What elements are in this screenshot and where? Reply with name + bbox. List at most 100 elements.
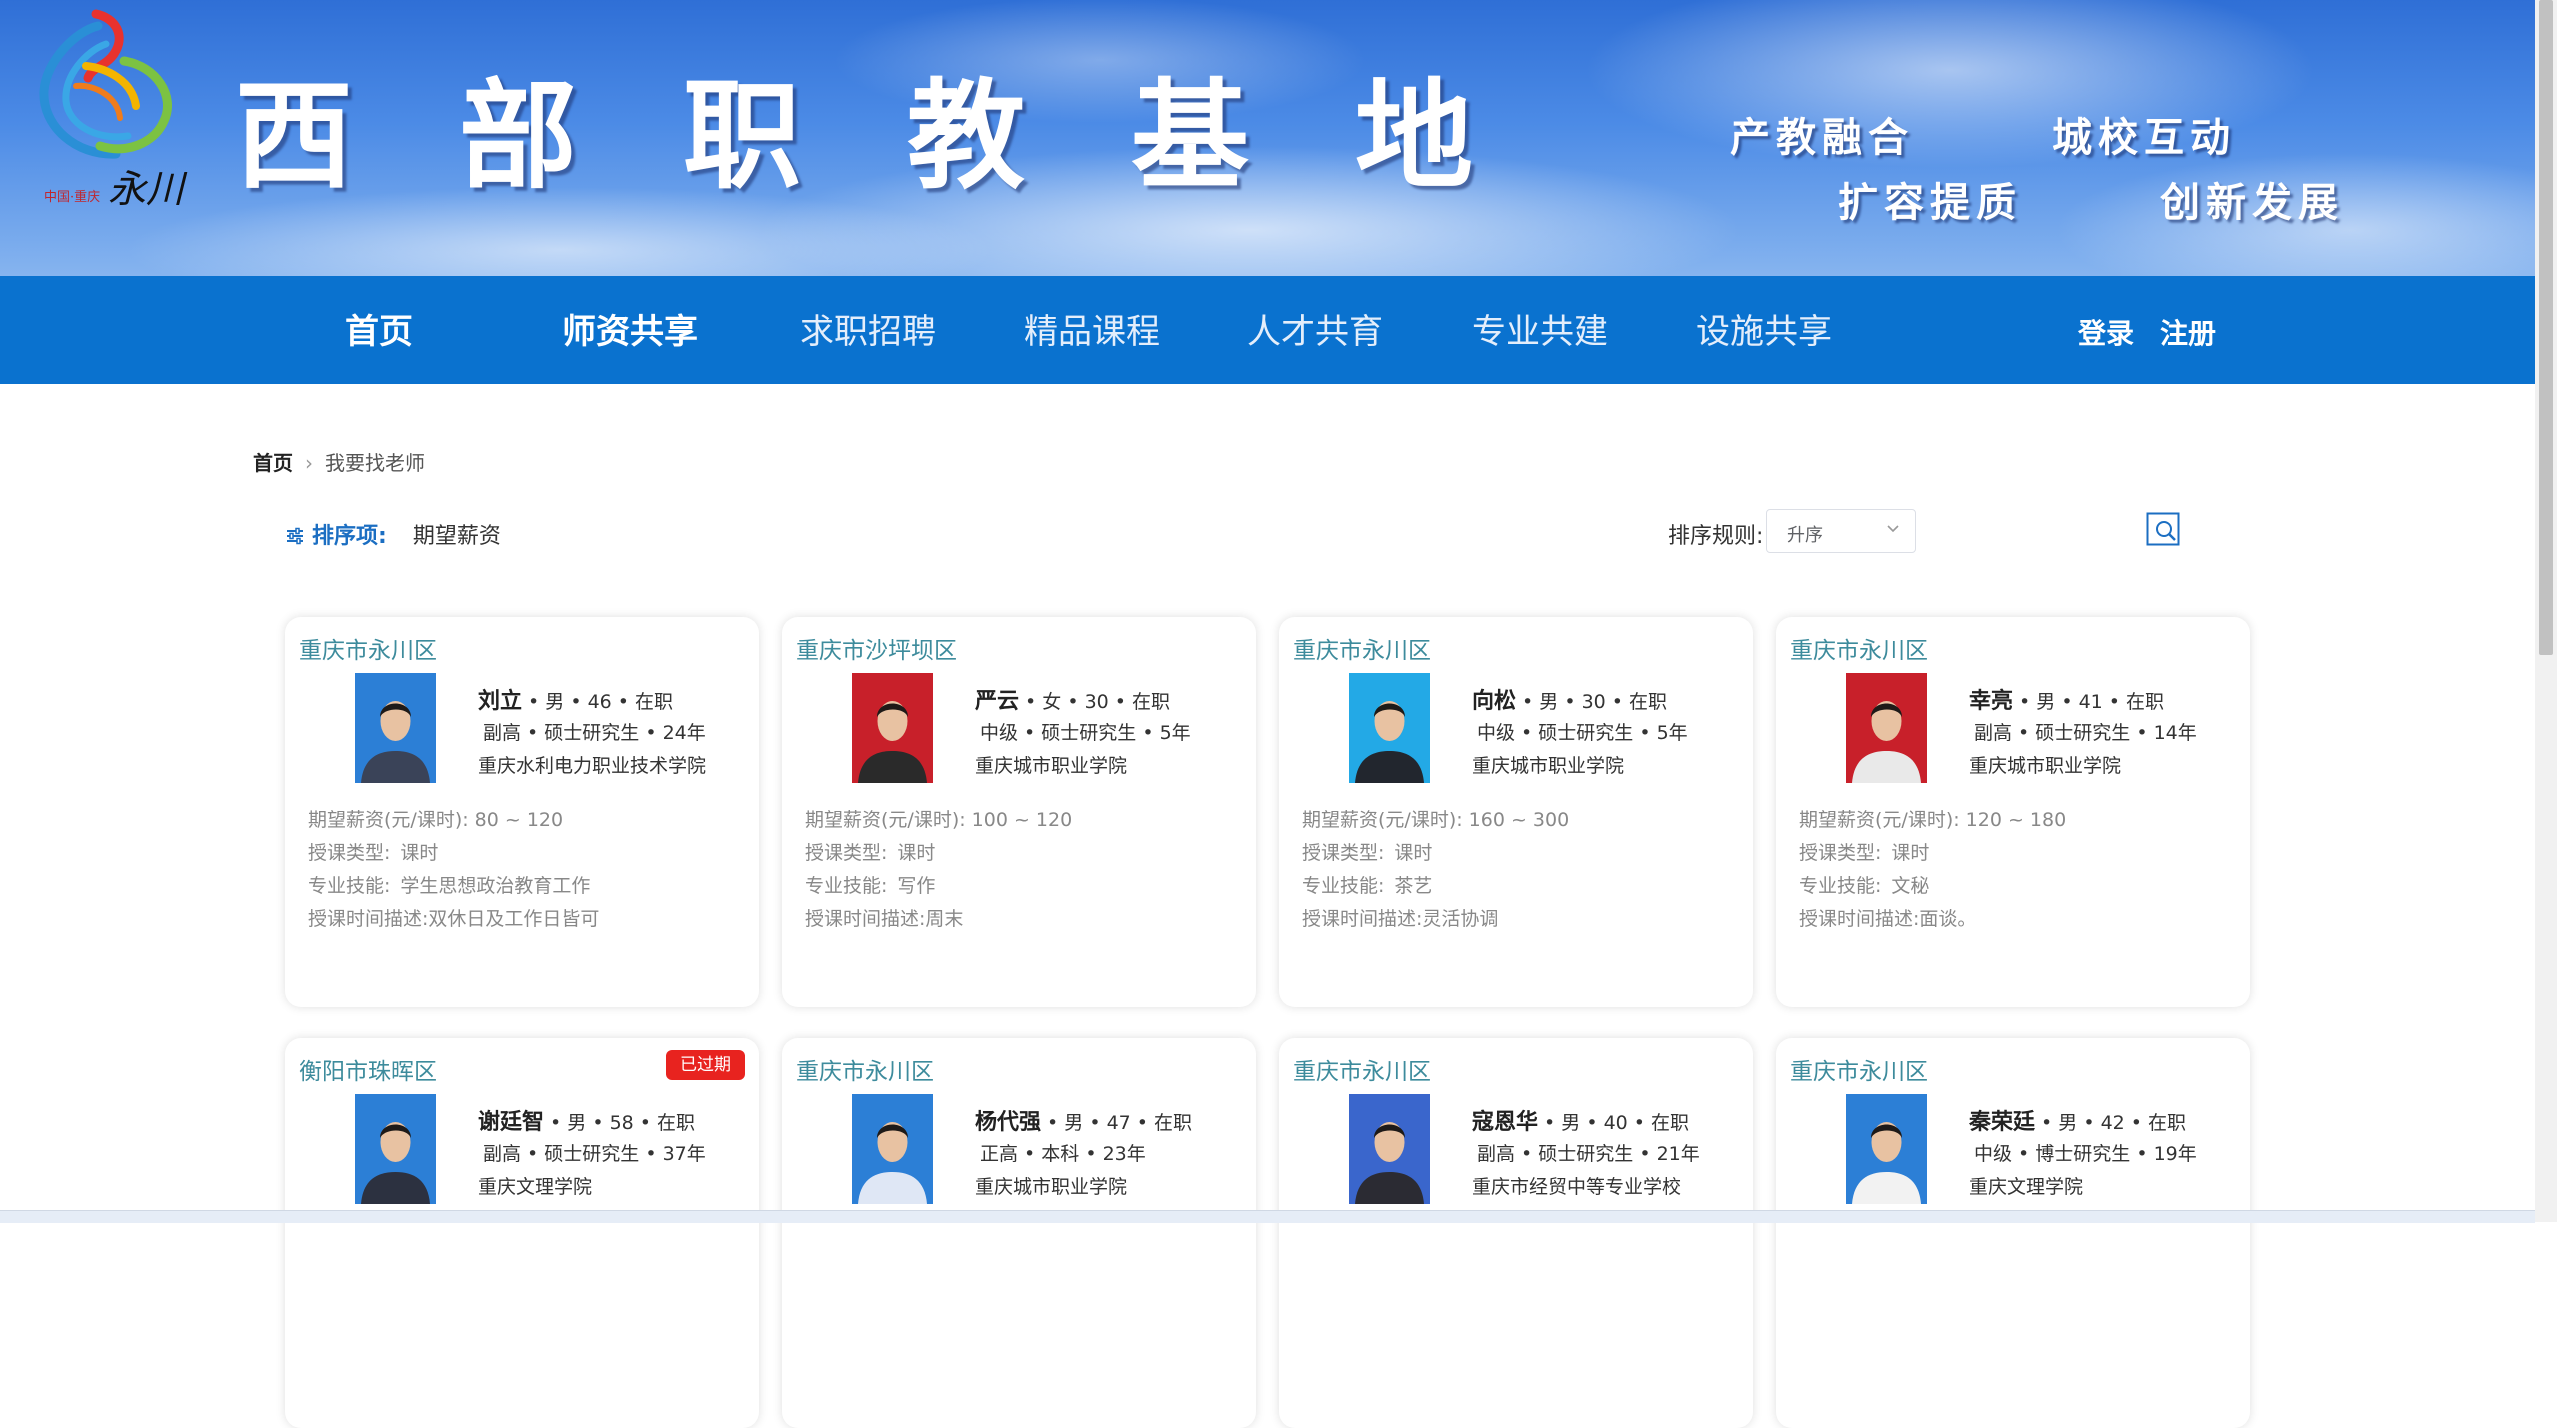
scrollbar-thumb[interactable] (2539, 0, 2553, 655)
nav-facilities[interactable]: 设施共享 (1696, 304, 1832, 353)
teacher-name[interactable]: 刘立 (478, 689, 522, 714)
teacher-name[interactable]: 严云 (975, 689, 1019, 714)
teacher-meta: • 男 • 30 • 在职 (1516, 691, 1668, 713)
nav-talent[interactable]: 人才共育 (1247, 304, 1383, 353)
teacher-summary: 秦荣廷 • 男 • 42 • 在职 (1969, 1104, 2186, 1136)
teacher-title-edu: 副高 • 硕士研究生 • 21年 (1477, 1143, 1700, 1165)
detail-time: 授课时间描述:灵活协调 (1302, 904, 1498, 931)
sort-item-value[interactable]: 期望薪资 (413, 524, 501, 549)
detail-time: 授课时间描述:双休日及工作日皆可 (308, 904, 599, 931)
teacher-photo (355, 673, 436, 783)
teacher-card[interactable]: 重庆市永川区 杨代强 • 男 • 47 • 在职 正高 • 本科 • 23年 重庆城市… (782, 1038, 1256, 1428)
detail-label: 授课类型: (1799, 842, 1882, 864)
detail-label: 授课类型: (805, 842, 888, 864)
detail-label: 授课类型: (308, 842, 391, 864)
register-link[interactable]: 注册 (2160, 312, 2216, 352)
teacher-school: 重庆城市职业学院 (1969, 755, 2122, 777)
teacher-name[interactable]: 寇恩华 (1472, 1110, 1538, 1135)
teacher-card[interactable]: 重庆市永川区 幸亮 • 男 • 41 • 在职 副高 • 硕士研究生 • 14年 重庆… (1776, 617, 2250, 1007)
detail-value: 100 ~ 120 (971, 809, 1073, 831)
banner: 中国·重庆 永川 西部职教基地 产教融合 城校互动 扩容提质 创新发展 (0, 0, 2535, 276)
breadcrumb-current: 我要找老师 (325, 451, 425, 475)
nav-jobs[interactable]: 求职招聘 (800, 304, 936, 353)
teacher-school: 重庆文理学院 (1969, 1176, 2084, 1198)
teacher-meta: • 男 • 41 • 在职 (2013, 691, 2165, 713)
teacher-meta: • 男 • 42 • 在职 (2035, 1112, 2187, 1134)
detail-salary: 期望薪资(元/课时): 80 ~ 120 (308, 805, 563, 832)
teacher-card[interactable]: 衡阳市珠晖区 已过期 谢廷智 • 男 • 58 • 在职 副高 • 硕士研究生 • 3… (285, 1038, 759, 1428)
teacher-name[interactable]: 幸亮 (1969, 689, 2013, 714)
card-region: 重庆市永川区 (1293, 1059, 1431, 1085)
card-region: 重庆市永川区 (1790, 1059, 1928, 1085)
detail-label: 授课时间描述: (805, 908, 926, 930)
detail-label: 期望薪资(元/课时): (805, 809, 966, 831)
teacher-summary: 严云 • 女 • 30 • 在职 (975, 683, 1170, 715)
detail-value: 文秘 (1891, 875, 1930, 897)
banner-title: 西部职教基地 (235, 66, 1580, 205)
teacher-name[interactable]: 向松 (1472, 689, 1516, 714)
detail-label: 专业技能: (308, 875, 391, 897)
teacher-name[interactable]: 谢廷智 (478, 1110, 544, 1135)
detail-value: 课时 (1394, 842, 1433, 864)
sort-rule-select[interactable]: 升序 (1766, 509, 1916, 553)
detail-value: 学生思想政治教育工作 (400, 875, 591, 897)
nav-major[interactable]: 专业共建 (1472, 304, 1608, 353)
sliders-icon (287, 527, 303, 545)
nav-teacher-share[interactable]: 师资共享 (562, 304, 698, 353)
teacher-photo (1846, 673, 1927, 783)
teacher-title-edu: 正高 • 本科 • 23年 (980, 1143, 1146, 1165)
teacher-school: 重庆市经贸中等专业学校 (1472, 1176, 1682, 1198)
detail-value: 课时 (897, 842, 936, 864)
teacher-meta: • 男 • 46 • 在职 (522, 691, 674, 713)
teacher-card[interactable]: 重庆市沙坪坝区 严云 • 女 • 30 • 在职 中级 • 硕士研究生 • 5年 重庆… (782, 617, 1256, 1007)
teacher-summary: 谢廷智 • 男 • 58 • 在职 (478, 1104, 695, 1136)
nav-home[interactable]: 首页 (345, 304, 413, 353)
login-link[interactable]: 登录 (2078, 312, 2134, 352)
slogan-3: 扩容提质 (1838, 179, 2022, 226)
teacher-photo (1349, 1094, 1430, 1204)
teacher-card[interactable]: 重庆市永川区 刘立 • 男 • 46 • 在职 副高 • 硕士研究生 • 24年 重庆… (285, 617, 759, 1007)
slogan-2: 城校互动 (2052, 114, 2236, 161)
detail-skill: 专业技能: 写作 (805, 871, 935, 898)
detail-skill: 专业技能: 学生思想政治教育工作 (308, 871, 590, 898)
chevron-right-icon: › (305, 451, 313, 475)
detail-value: 课时 (400, 842, 439, 864)
detail-type: 授课类型: 课时 (308, 838, 438, 865)
card-region: 重庆市永川区 (796, 1059, 934, 1085)
teacher-card[interactable]: 重庆市永川区 秦荣廷 • 男 • 42 • 在职 中级 • 博士研究生 • 19年重… (1776, 1038, 2250, 1428)
sort-item: 排序项: 期望薪资 (286, 518, 501, 550)
detail-value: 面谈。 (1919, 908, 1977, 930)
card-region: 重庆市永川区 (1293, 638, 1431, 664)
breadcrumb-home[interactable]: 首页 (253, 451, 293, 475)
teacher-card[interactable]: 重庆市永川区寇恩华 • 男 • 40 • 在职副高 • 硕士研究生 • 21年重… (1279, 1038, 1753, 1428)
detail-type: 授课类型: 课时 (1799, 838, 1929, 865)
teacher-title-edu: 中级 • 硕士研究生 • 5年 (980, 722, 1191, 744)
card-region: 重庆市永川区 (1790, 638, 1928, 664)
detail-value: 120 ~ 180 (1965, 809, 2067, 831)
detail-label: 专业技能: (1302, 875, 1385, 897)
detail-label: 期望薪资(元/课时): (1302, 809, 1463, 831)
search-icon[interactable] (2146, 512, 2180, 546)
detail-value: 160 ~ 300 (1468, 809, 1570, 831)
teacher-meta: • 男 • 40 • 在职 (1538, 1112, 1690, 1134)
detail-type: 授课类型: 课时 (805, 838, 935, 865)
teacher-card[interactable]: 重庆市永川区 向松 • 男 • 30 • 在职 中级 • 硕士研究生 • 5年 重庆城… (1279, 617, 1753, 1007)
teacher-photo (1349, 673, 1430, 783)
slogan-1: 产教融合 (1730, 114, 1914, 161)
teacher-name[interactable]: 秦荣廷 (1969, 1110, 2035, 1135)
teacher-summary: 刘立 • 男 • 46 • 在职 (478, 683, 673, 715)
detail-skill: 专业技能: 茶艺 (1302, 871, 1432, 898)
detail-time: 授课时间描述:面谈。 (1799, 904, 1976, 931)
detail-label: 授课时间描述: (308, 908, 429, 930)
detail-value: 双休日及工作日皆可 (428, 908, 600, 930)
nav-courses[interactable]: 精品课程 (1024, 304, 1160, 353)
teacher-photo (355, 1094, 436, 1204)
detail-label: 专业技能: (805, 875, 888, 897)
card-region: 重庆市永川区 (299, 638, 437, 664)
bottom-strip (0, 1210, 2535, 1223)
teacher-meta: • 女 • 30 • 在职 (1019, 691, 1171, 713)
detail-type: 授课类型: 课时 (1302, 838, 1432, 865)
teacher-name[interactable]: 杨代强 (975, 1110, 1041, 1135)
teacher-school: 重庆文理学院 (478, 1176, 593, 1198)
detail-label: 授课时间描述: (1799, 908, 1920, 930)
